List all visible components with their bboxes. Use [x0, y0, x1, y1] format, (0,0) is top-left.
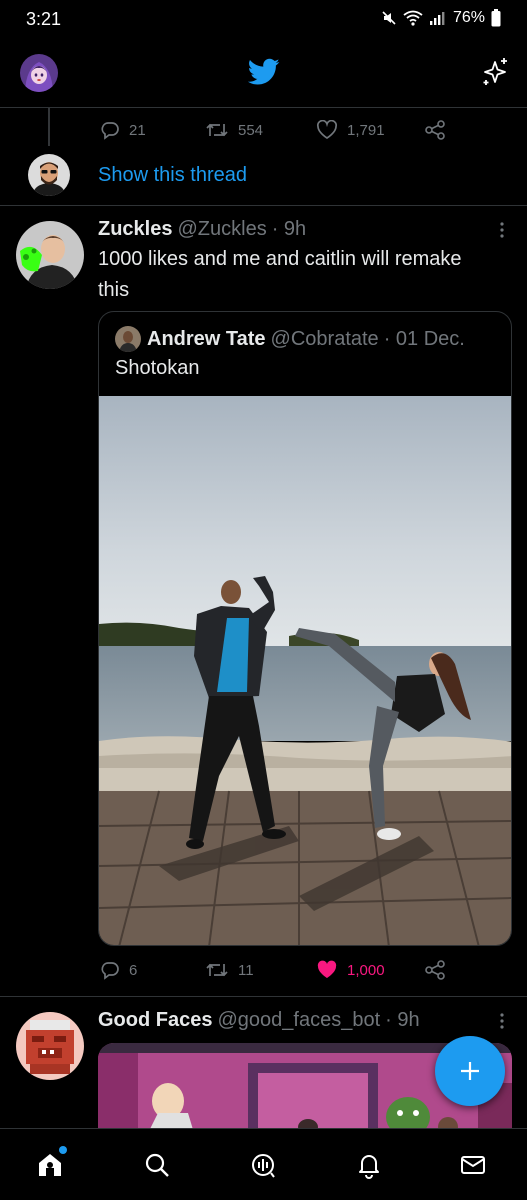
nav-search[interactable] — [137, 1145, 177, 1185]
like-count: 1,000 — [347, 961, 385, 979]
tweet-divider — [0, 996, 527, 997]
author-handle[interactable]: @good_faces_bot — [217, 1009, 380, 1032]
prev-tweet-actions: 21 554 1,791 — [100, 118, 446, 142]
compose-tweet-button[interactable] — [435, 1036, 505, 1106]
sparkle-icon[interactable] — [480, 56, 510, 88]
search-icon — [145, 1153, 169, 1177]
share-icon — [425, 960, 445, 980]
notifications-icon — [359, 1155, 379, 1179]
author-name[interactable]: Good Faces — [98, 1009, 212, 1032]
unread-indicator — [59, 1146, 67, 1154]
thread-author-avatar[interactable] — [28, 154, 70, 196]
tweet-header: Zuckles @Zuckles · 9h — [98, 218, 306, 241]
nav-notifications[interactable] — [349, 1145, 389, 1185]
quoted-author-avatar — [115, 326, 141, 352]
reply-button[interactable]: 21 — [100, 120, 205, 140]
heart-icon — [316, 120, 338, 139]
tweet-time: · 9h — [385, 1009, 420, 1031]
tweet-header: Good Faces @good_faces_bot · 9h — [98, 1009, 420, 1032]
share-icon — [425, 120, 445, 140]
nav-messages[interactable] — [453, 1145, 493, 1185]
battery-percent: 76% — [452, 9, 485, 26]
retweet-count: 554 — [238, 121, 264, 139]
retweet-button[interactable]: 11 — [205, 960, 316, 980]
mute-icon — [382, 11, 396, 25]
author-name[interactable]: Zuckles — [98, 218, 172, 241]
reply-icon — [101, 962, 119, 980]
tweet-time: · 9h — [271, 218, 307, 240]
share-button[interactable] — [424, 119, 446, 141]
messages-icon — [461, 1156, 485, 1174]
tweet-actions: 6 11 1,000 — [100, 958, 446, 982]
retweet-button[interactable]: 554 — [205, 120, 316, 140]
share-button[interactable] — [424, 959, 446, 981]
nav-spaces[interactable] — [243, 1145, 283, 1185]
bottom-navigation — [0, 1128, 527, 1200]
reply-icon — [101, 122, 119, 140]
quoted-tweet-date: · 01 Dec. — [383, 327, 465, 350]
retweet-count: 11 — [238, 961, 254, 979]
reply-count: 21 — [129, 121, 146, 139]
signal-icon — [429, 12, 445, 25]
wifi-icon — [403, 10, 423, 26]
twitter-bird-icon[interactable] — [248, 58, 280, 86]
quoted-tweet-photo[interactable] — [99, 396, 512, 946]
profile-avatar[interactable] — [20, 54, 58, 92]
quoted-tweet-text: Shotokan — [115, 357, 200, 379]
status-time: 3:21 — [26, 9, 62, 29]
tweet-author-avatar[interactable] — [16, 221, 84, 289]
author-handle[interactable]: @Zuckles — [177, 218, 266, 241]
quoted-tweet-header: Andrew Tate @Cobratate · 01 Dec. — [115, 326, 465, 352]
like-count: 1,791 — [347, 121, 385, 139]
retweet-icon — [206, 123, 228, 137]
more-options-icon[interactable] — [499, 1011, 505, 1031]
plus-icon — [461, 1062, 479, 1080]
like-button[interactable]: 1,000 — [316, 960, 424, 980]
tweet-text: 1000 likes and me and caitlin will remak… — [98, 248, 462, 301]
reply-count: 6 — [129, 961, 138, 979]
spaces-icon — [252, 1154, 275, 1178]
status-bar: 3:21 76% — [0, 0, 527, 40]
like-button[interactable]: 1,791 — [316, 120, 424, 140]
show-thread-link[interactable]: Show this thread — [98, 164, 247, 187]
quoted-author-handle: @Cobratate — [270, 327, 379, 350]
tweet-divider — [0, 205, 527, 206]
status-icons: 76% — [381, 9, 501, 27]
more-options-icon[interactable] — [499, 220, 505, 240]
quoted-tweet-card[interactable]: Andrew Tate @Cobratate · 01 Dec. Shotoka… — [98, 311, 512, 946]
heart-filled-icon — [317, 960, 337, 978]
home-icon — [39, 1154, 61, 1176]
battery-icon — [491, 9, 501, 27]
retweet-icon — [206, 963, 228, 977]
reply-button[interactable]: 6 — [100, 960, 205, 980]
top-app-bar — [0, 40, 527, 108]
quoted-author-name: Andrew Tate — [147, 327, 266, 350]
thread-connector-line — [48, 108, 50, 146]
tweet-author-avatar[interactable] — [16, 1012, 84, 1080]
